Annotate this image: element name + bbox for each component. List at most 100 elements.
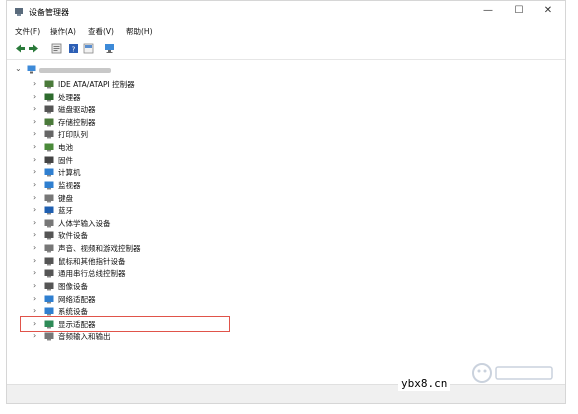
menu-bar: 文件(F) 操作(A) 查看(V) 帮助(H) bbox=[7, 23, 565, 39]
chevron-right-icon[interactable]: › bbox=[33, 256, 36, 265]
tree-item-label: 固件 bbox=[58, 155, 73, 165]
minimize-button[interactable]: — bbox=[473, 3, 503, 19]
chevron-right-icon[interactable]: › bbox=[33, 104, 36, 113]
printer-icon bbox=[44, 130, 54, 139]
chevron-right-icon[interactable]: › bbox=[33, 243, 36, 252]
monitor-icon bbox=[44, 181, 54, 190]
tree-item-label: 鼠标和其他指针设备 bbox=[58, 256, 126, 266]
firmware-icon bbox=[44, 156, 54, 165]
help-icon[interactable]: ? bbox=[68, 43, 79, 54]
toolbar: ? bbox=[7, 40, 565, 58]
close-button[interactable]: ✕ bbox=[533, 3, 563, 19]
svg-text:?: ? bbox=[72, 46, 76, 54]
processor-icon bbox=[44, 93, 54, 102]
tree-item-label: 声音、视频和游戏控制器 bbox=[58, 244, 141, 254]
tree-item[interactable]: › 键盘 bbox=[7, 192, 565, 205]
camera-icon bbox=[44, 282, 54, 291]
tree-item[interactable]: › 软件设备 bbox=[7, 229, 565, 242]
tree-item[interactable]: › 音频输入和输出 bbox=[7, 330, 565, 343]
tree-item-label: 监视器 bbox=[58, 180, 81, 190]
tree-item[interactable]: › 监视器 bbox=[7, 179, 565, 192]
tree-item-label: 处理器 bbox=[58, 92, 81, 102]
tree-item[interactable]: › 固件 bbox=[7, 154, 565, 167]
tree-item-label: 存储控制器 bbox=[58, 117, 96, 127]
tree-item-label: 电池 bbox=[58, 143, 73, 153]
tree-item-label: 蓝牙 bbox=[58, 206, 73, 216]
tree-item[interactable]: › 电池 bbox=[7, 141, 565, 154]
tree-item[interactable]: › 计算机 bbox=[7, 166, 565, 179]
window-title: 设备管理器 bbox=[29, 8, 69, 17]
mouse-icon bbox=[44, 257, 54, 266]
tree-item-label: 软件设备 bbox=[58, 231, 88, 241]
chevron-right-icon[interactable]: › bbox=[33, 331, 36, 340]
tree-item[interactable]: › 磁盘驱动器 bbox=[7, 103, 565, 116]
chevron-right-icon[interactable]: › bbox=[33, 193, 36, 202]
device-tree[interactable]: ⌄ › IDE ATA/ATAPI 控制器 › 处理器 › 磁盘驱动器 › 存储控制器 › 打印队… bbox=[7, 61, 565, 386]
scan-hardware-icon[interactable] bbox=[104, 43, 115, 54]
chevron-right-icon[interactable]: › bbox=[33, 268, 36, 277]
chevron-right-icon[interactable]: › bbox=[33, 92, 36, 101]
tree-item[interactable]: › 鼠标和其他指针设备 bbox=[7, 255, 565, 268]
disk-drive-icon bbox=[44, 105, 54, 114]
chevron-right-icon[interactable]: › bbox=[33, 294, 36, 303]
tree-item-label: 键盘 bbox=[58, 193, 73, 203]
storage-controller-icon bbox=[44, 118, 54, 127]
update-driver-icon[interactable] bbox=[83, 43, 94, 54]
computer-icon bbox=[44, 168, 54, 177]
menu-action[interactable]: 操作(A) bbox=[50, 26, 76, 37]
chevron-right-icon[interactable]: › bbox=[33, 281, 36, 290]
chevron-right-icon[interactable]: › bbox=[33, 129, 36, 138]
menu-view[interactable]: 查看(V) bbox=[88, 26, 114, 37]
tree-item[interactable]: › 存储控制器 bbox=[7, 116, 565, 129]
software-device-icon bbox=[44, 231, 54, 240]
keyboard-icon bbox=[44, 194, 54, 203]
chevron-right-icon[interactable]: › bbox=[33, 117, 36, 126]
maximize-button[interactable]: ☐ bbox=[504, 3, 534, 19]
highlight-box bbox=[20, 316, 230, 332]
tree-item[interactable]: › 通用串行总线控制器 bbox=[7, 267, 565, 280]
chevron-right-icon[interactable]: › bbox=[33, 167, 36, 176]
chevron-right-icon[interactable]: › bbox=[33, 79, 36, 88]
watermark-url: ybx8.cn bbox=[398, 376, 451, 391]
tree-item[interactable]: › 蓝牙 bbox=[7, 204, 565, 217]
toolbar-separator bbox=[7, 59, 565, 60]
ide-controller-icon bbox=[44, 80, 54, 89]
baidu-watermark-logo bbox=[472, 363, 553, 383]
tree-item-label: IDE ATA/ATAPI 控制器 bbox=[58, 80, 135, 89]
tree-item[interactable]: › 图像设备 bbox=[7, 280, 565, 293]
chevron-right-icon[interactable]: › bbox=[33, 180, 36, 189]
system-device-icon bbox=[44, 307, 54, 316]
chevron-right-icon[interactable]: › bbox=[33, 205, 36, 214]
tree-item[interactable]: › 网络适配器 bbox=[7, 293, 565, 306]
chevron-right-icon[interactable]: › bbox=[33, 142, 36, 151]
tree-item-label: 磁盘驱动器 bbox=[58, 105, 96, 115]
device-manager-app-icon bbox=[15, 8, 23, 16]
tree-item-label: 网络适配器 bbox=[58, 294, 96, 304]
hid-icon bbox=[44, 219, 54, 228]
battery-icon bbox=[44, 143, 54, 152]
tree-item[interactable]: › 打印队列 bbox=[7, 128, 565, 141]
usb-icon bbox=[44, 269, 54, 278]
back-arrow-icon[interactable] bbox=[15, 43, 26, 54]
chevron-right-icon[interactable]: › bbox=[33, 218, 36, 227]
chevron-down-icon[interactable]: ⌄ bbox=[15, 64, 22, 73]
chevron-right-icon[interactable]: › bbox=[33, 230, 36, 239]
tree-item[interactable]: › 人体学输入设备 bbox=[7, 217, 565, 230]
device-manager-window: 设备管理器 — ☐ ✕ 文件(F) 操作(A) 查看(V) 帮助(H) ? ⌄ … bbox=[6, 0, 566, 404]
chevron-right-icon[interactable]: › bbox=[33, 155, 36, 164]
sound-icon bbox=[44, 244, 54, 253]
tree-item[interactable]: › 声音、视频和游戏控制器 bbox=[7, 242, 565, 255]
menu-file[interactable]: 文件(F) bbox=[15, 26, 40, 37]
tree-item[interactable]: › 处理器 bbox=[7, 91, 565, 104]
network-adapter-icon bbox=[44, 295, 54, 304]
bluetooth-icon bbox=[44, 206, 54, 215]
menu-help[interactable]: 帮助(H) bbox=[126, 26, 153, 37]
audio-io-icon bbox=[44, 332, 54, 341]
computer-root-icon bbox=[27, 65, 36, 74]
forward-arrow-icon[interactable] bbox=[28, 43, 39, 54]
computer-name-blurred bbox=[39, 68, 111, 73]
properties-icon[interactable] bbox=[51, 43, 62, 54]
chevron-right-icon[interactable]: › bbox=[33, 306, 36, 315]
tree-item-label: 图像设备 bbox=[58, 281, 88, 291]
tree-item[interactable]: › IDE ATA/ATAPI 控制器 bbox=[7, 78, 565, 91]
